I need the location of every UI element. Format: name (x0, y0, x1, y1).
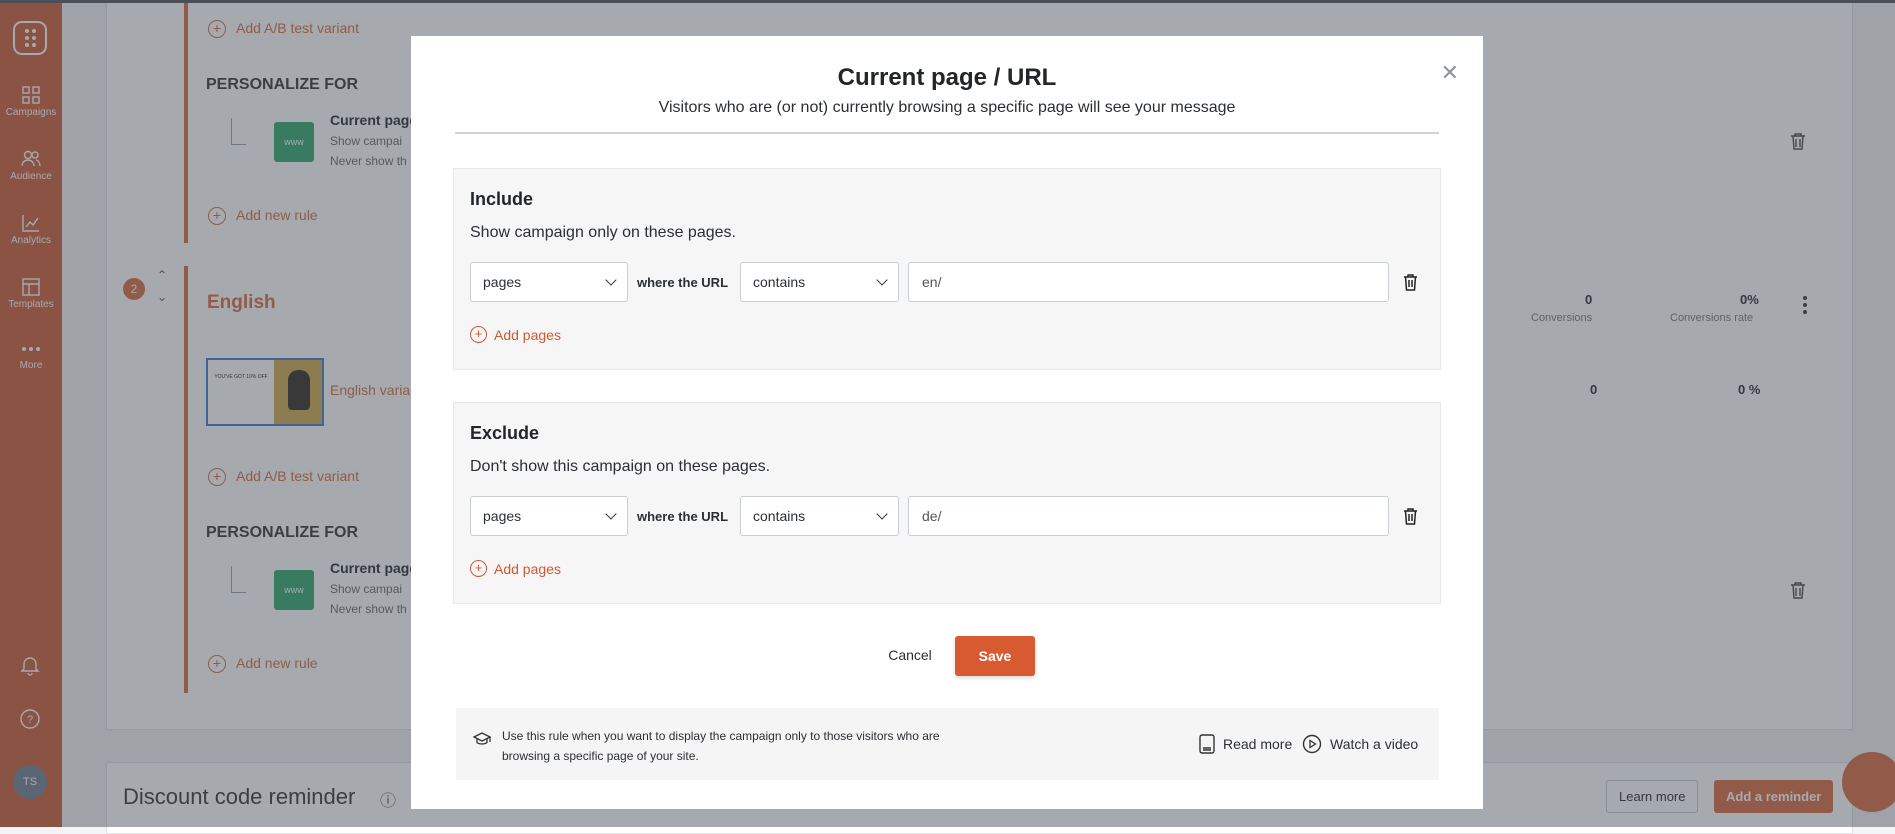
chevron-down-icon (876, 274, 888, 286)
where-url-label: where the URL (637, 509, 729, 524)
exclude-scope-select[interactable]: pages (470, 496, 628, 536)
include-description: Show campaign only on these pages. (470, 224, 736, 241)
cancel-button[interactable]: Cancel (867, 636, 953, 674)
include-scope-select[interactable]: pages (470, 262, 628, 302)
include-url-input[interactable]: en/ (908, 262, 1389, 302)
save-button[interactable]: Save (955, 636, 1035, 676)
plus-circle-icon: + (470, 560, 487, 577)
current-page-url-modal: ✕ Current page / URL Visitors who are (o… (411, 36, 1483, 809)
exclude-section: Exclude Don't show this campaign on thes… (453, 402, 1441, 604)
book-icon (1199, 734, 1215, 754)
exclude-operator-select[interactable]: contains (740, 496, 899, 536)
where-url-label: where the URL (637, 275, 729, 290)
modal-title: Current page / URL (837, 64, 1057, 91)
include-title: Include (470, 189, 534, 209)
exclude-url-input[interactable]: de/ (908, 496, 1389, 536)
include-section: Include Show campaign only on these page… (453, 168, 1441, 370)
watch-video-link[interactable]: Watch a video (1302, 734, 1418, 754)
chevron-down-icon (605, 274, 617, 286)
modal-subtitle: Visitors who are (or not) currently brow… (658, 99, 1236, 116)
exclude-title: Exclude (470, 423, 540, 443)
plus-circle-icon: + (470, 326, 487, 343)
graduation-cap-icon (473, 732, 491, 745)
play-circle-icon (1302, 734, 1322, 754)
trash-icon[interactable] (1403, 507, 1418, 525)
chevron-down-icon (876, 508, 888, 520)
top-border (0, 0, 1895, 3)
divider (455, 132, 1439, 134)
include-operator-select[interactable]: contains (740, 262, 899, 302)
info-bar: Use this rule when you want to display t… (456, 708, 1439, 780)
trash-icon[interactable] (1403, 273, 1418, 291)
chevron-down-icon (605, 508, 617, 520)
exclude-add-pages-link[interactable]: + Add pages (470, 560, 561, 577)
info-text: Use this rule when you want to display t… (502, 729, 940, 763)
read-more-link[interactable]: Read more (1199, 734, 1292, 754)
exclude-description: Don't show this campaign on these pages. (470, 458, 771, 475)
include-add-pages-link[interactable]: + Add pages (470, 326, 561, 343)
